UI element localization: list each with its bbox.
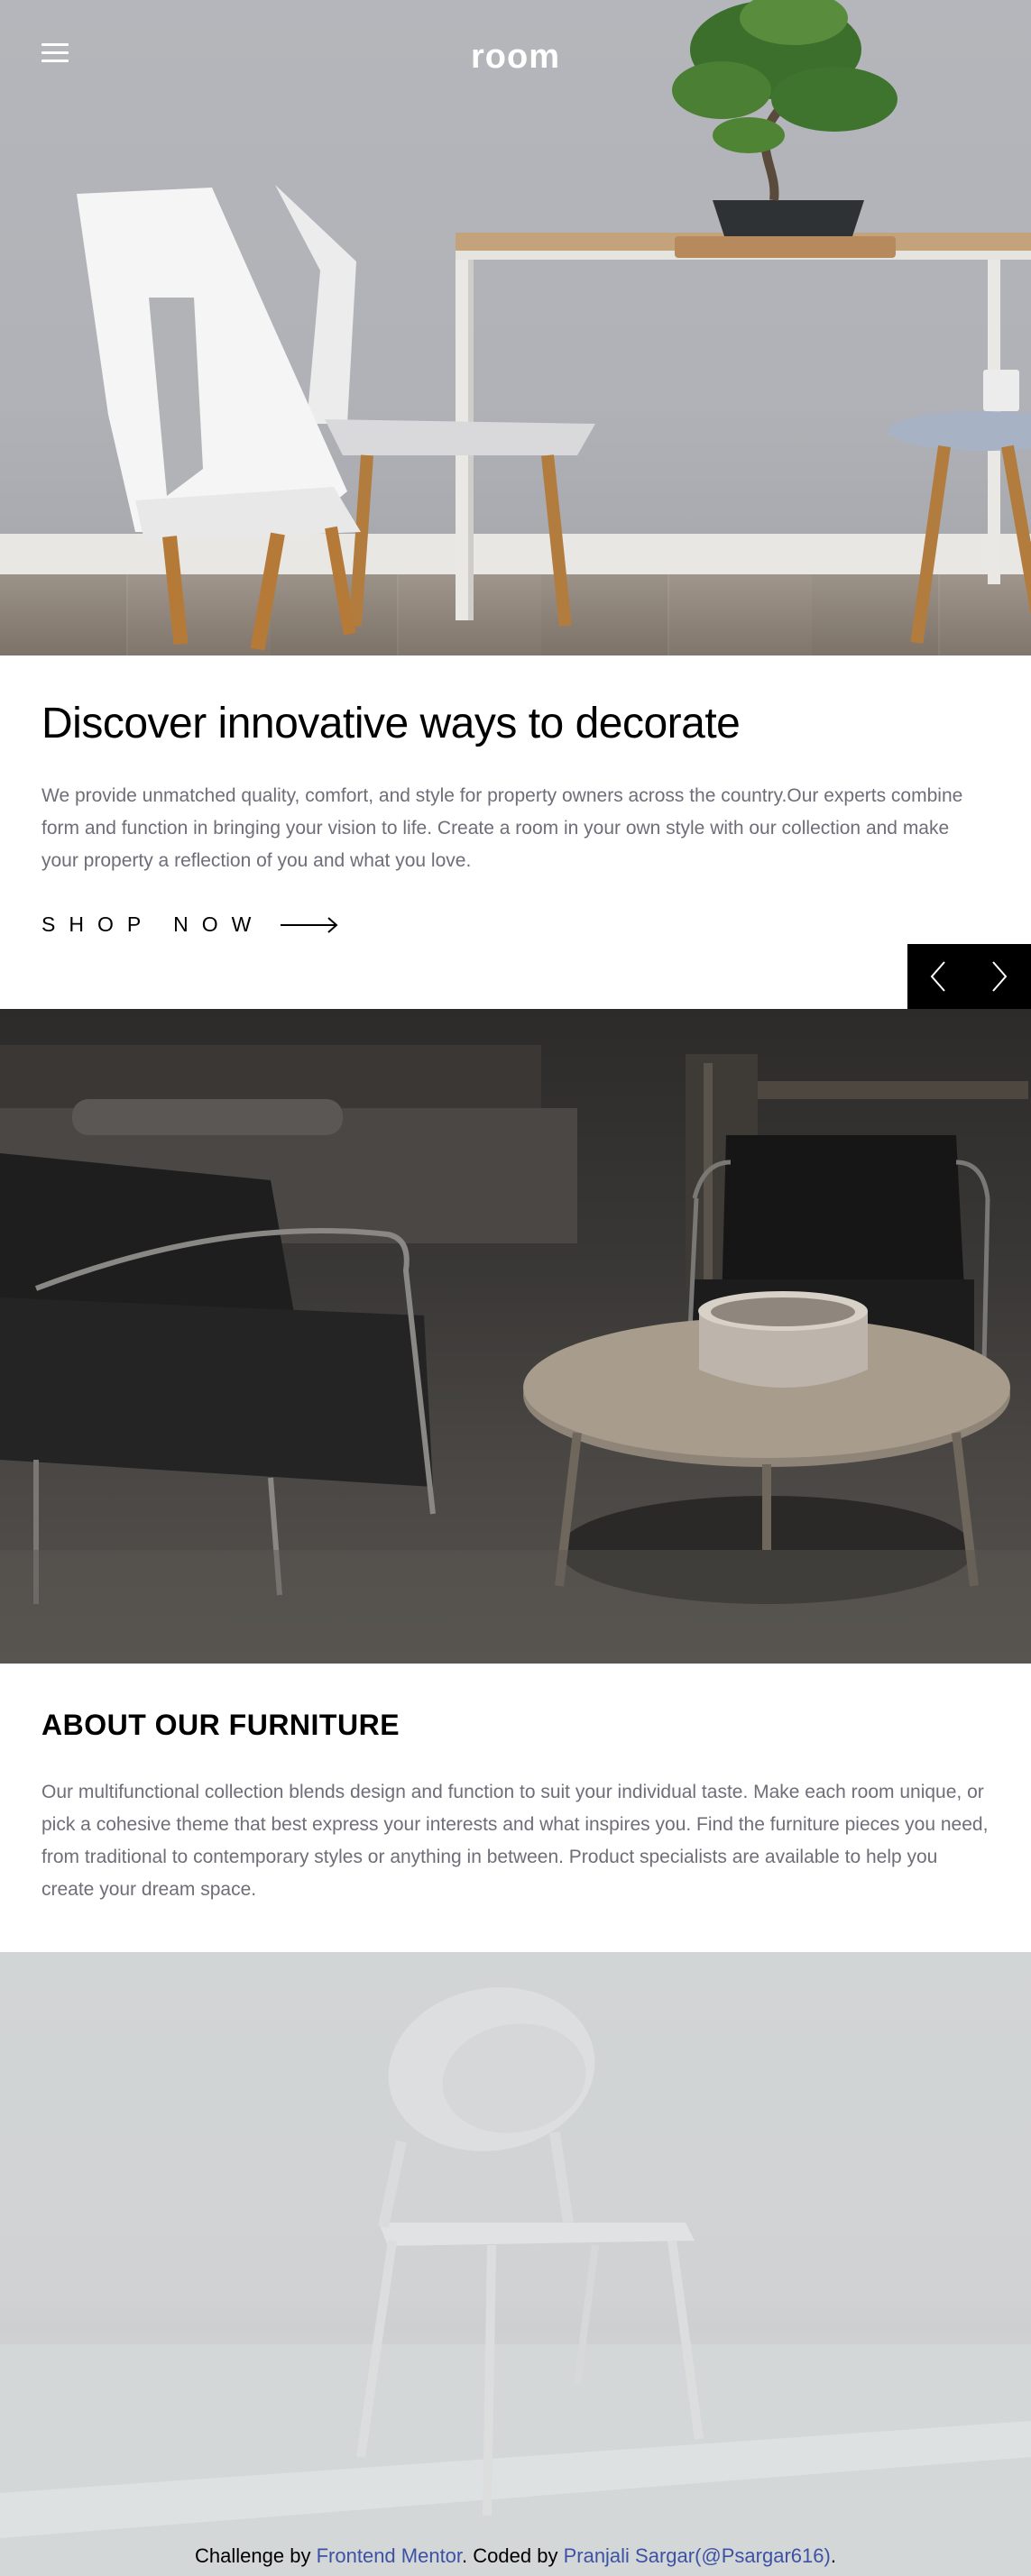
- hero-title: Discover innovative ways to decorate: [41, 700, 741, 747]
- site-logo[interactable]: room: [0, 38, 1031, 77]
- intro-section: Discover innovative ways to decorate We …: [0, 655, 1031, 1009]
- chevron-right-icon[interactable]: [991, 961, 1008, 992]
- about-title: ABOUT OUR FURNITURE: [41, 1709, 400, 1741]
- attribution-middle: . Coded by: [462, 2544, 558, 2567]
- slider-controls: [907, 944, 1031, 1009]
- light-chair-image: [0, 1952, 1031, 2576]
- image-overlay: [0, 1952, 1031, 2576]
- attribution-prefix: Challenge by: [195, 2544, 311, 2567]
- blue-chair-right: [888, 411, 1031, 644]
- slider-prev-button[interactable]: [907, 944, 969, 1009]
- attribution: Challenge by Frontend Mentor. Coded by P…: [0, 2544, 1031, 2568]
- about-description: Our multifunctional collection blends de…: [41, 1782, 989, 1900]
- ceramic-bowl: [698, 1291, 868, 1388]
- chevron-left-icon[interactable]: [930, 961, 946, 992]
- hero-description: We provide unmatched quality, comfort, a…: [41, 785, 963, 871]
- attribution-suffix: .: [830, 2544, 836, 2567]
- wall-socket: [983, 370, 1019, 411]
- arrow-right-icon[interactable]: [281, 916, 338, 934]
- shop-now-link[interactable]: SHOP NOW: [41, 912, 338, 937]
- slider-next-button[interactable]: [969, 944, 1030, 1009]
- dark-living-room-image: [0, 1009, 1031, 1664]
- about-section: ABOUT OUR FURNITURE Our multifunctional …: [0, 1664, 1031, 1952]
- hero-image: room: [0, 0, 1031, 655]
- frontend-mentor-link[interactable]: Frontend Mentor: [317, 2544, 462, 2567]
- shop-now-label[interactable]: SHOP NOW: [41, 912, 264, 937]
- author-link[interactable]: Pranjali Sargar(@Psargar616): [564, 2544, 831, 2567]
- hero-furniture-illustration: [77, 0, 1031, 651]
- dark-interior-illustration: [0, 1045, 1031, 1664]
